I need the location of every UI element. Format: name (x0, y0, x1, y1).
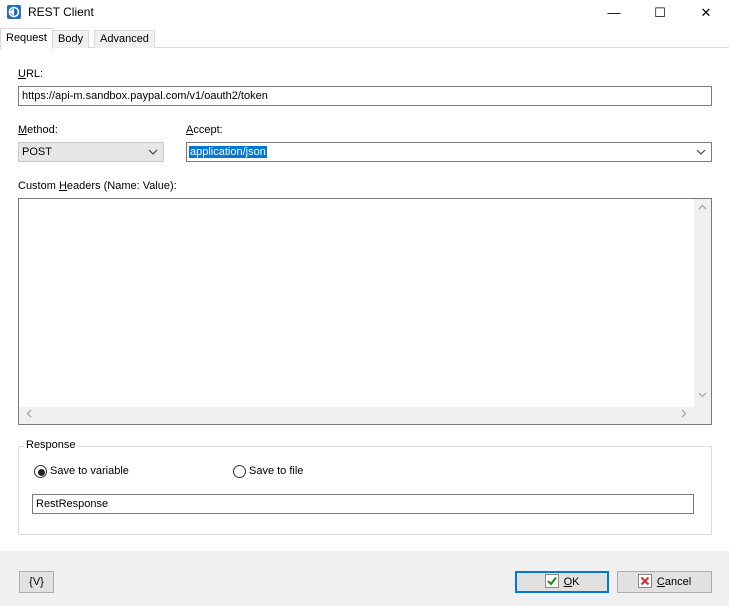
variables-button[interactable]: {V} (19, 571, 54, 593)
window-title: REST Client (28, 5, 94, 19)
tab-request[interactable]: Request (0, 28, 53, 49)
custom-headers-textarea[interactable] (18, 198, 712, 425)
ok-label: K (572, 576, 580, 588)
save-to-variable-radio[interactable] (34, 465, 47, 478)
cancel-x-icon (637, 574, 652, 588)
scroll-down-icon[interactable] (694, 388, 711, 405)
scroll-up-icon[interactable] (694, 201, 711, 218)
ok-button[interactable]: OK (515, 571, 609, 593)
custom-headers-label: Custom Headers (Name: Value): (18, 180, 177, 192)
cancel-button[interactable]: Cancel (617, 571, 712, 593)
save-to-file-radio[interactable] (233, 465, 246, 478)
minimize-icon: — (607, 5, 621, 20)
variable-name-input[interactable]: RestResponse (32, 494, 694, 514)
ok-accelerator: O (563, 576, 573, 588)
chevron-down-icon (146, 145, 160, 159)
accept-value: application/json (189, 146, 267, 158)
close-icon: ✕ (700, 5, 712, 20)
scroll-left-icon[interactable] (21, 407, 38, 424)
method-label: Method: (18, 124, 58, 136)
scrollbar-corner (694, 407, 711, 424)
save-to-file-label[interactable]: Save to file (249, 465, 303, 477)
maximize-icon: ☐ (654, 5, 666, 20)
tab-advanced[interactable]: Advanced (94, 30, 155, 48)
horizontal-scrollbar[interactable] (19, 407, 694, 424)
url-input[interactable]: https://api-m.sandbox.paypal.com/v1/oaut… (18, 86, 712, 106)
url-label: URL: (18, 68, 44, 80)
minimize-button[interactable]: — (591, 0, 637, 25)
response-legend: Response (24, 439, 78, 451)
response-group (18, 446, 712, 535)
method-select[interactable]: POST (18, 142, 164, 162)
tab-body[interactable]: Body (52, 30, 90, 48)
method-value: POST (22, 146, 52, 158)
maximize-button[interactable]: ☐ (637, 0, 683, 25)
scroll-right-icon[interactable] (675, 407, 692, 424)
cancel-label: ancel (664, 576, 692, 588)
cancel-accelerator: C (656, 576, 665, 588)
save-to-variable-label[interactable]: Save to variable (50, 465, 129, 477)
checkmark-icon (544, 574, 559, 588)
vertical-scrollbar[interactable] (694, 199, 711, 407)
radio-selected-dot (38, 469, 45, 476)
accept-combobox[interactable]: application/json (186, 142, 712, 162)
chevron-down-icon[interactable] (694, 145, 708, 159)
accept-label: Accept: (186, 124, 223, 136)
close-button[interactable]: ✕ (683, 0, 729, 25)
rest-client-app-icon (6, 4, 22, 20)
